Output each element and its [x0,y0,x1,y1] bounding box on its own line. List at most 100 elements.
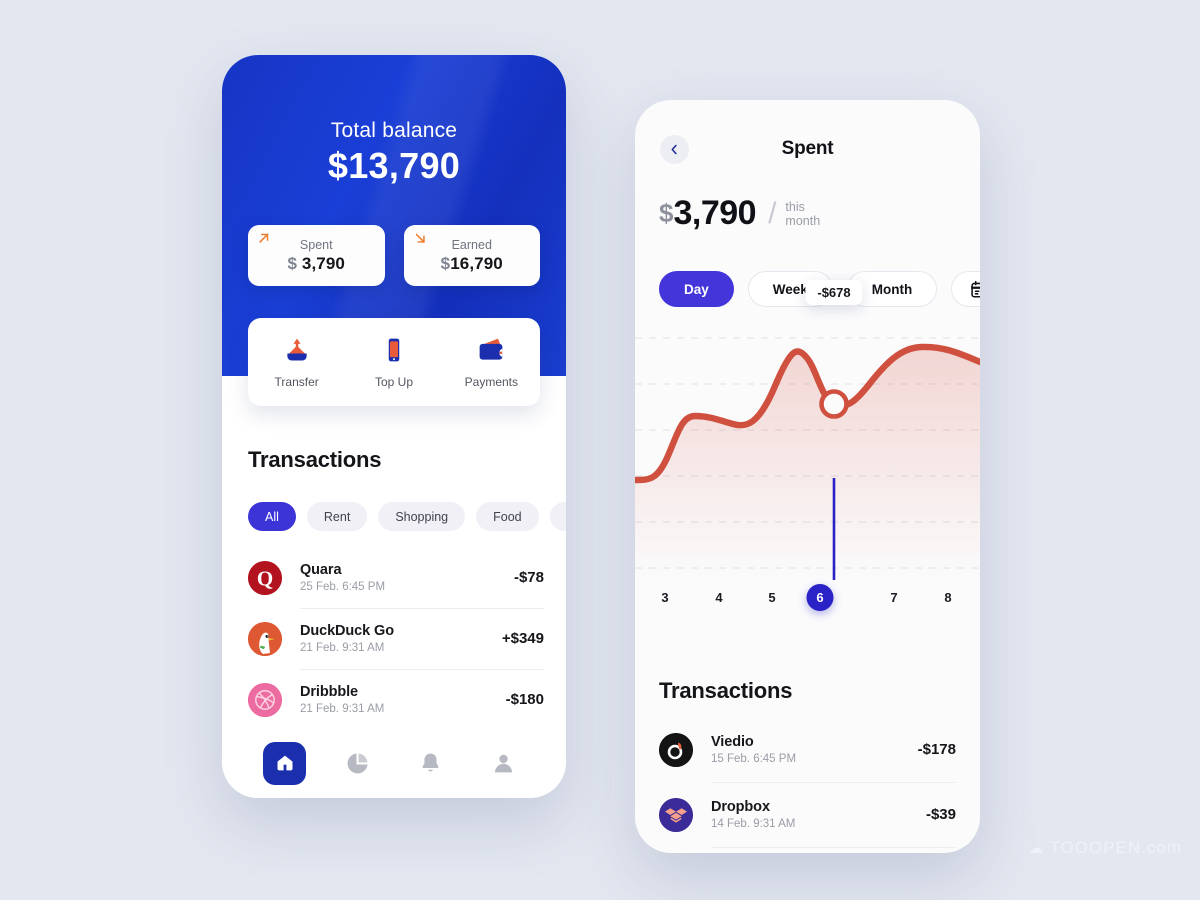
table-row[interactable]: Q Quara 25 Feb. 6:45 PM -$78 [248,547,544,608]
category-chip-row: All Rent Shopping Food He [248,502,566,531]
svg-text:Q: Q [257,566,273,590]
summary-period-line1: this [785,199,805,214]
transaction-info: DuckDuck Go 21 Feb. 9:31 AM [300,623,502,654]
table-row[interactable]: DuckDuck Go 21 Feb. 9:31 AM +$349 [248,608,544,669]
chart-svg [635,337,980,580]
chip-food[interactable]: Food [476,502,539,531]
table-row[interactable]: Viedio 15 Feb. 6:45 PM -$178 [659,717,956,782]
chart-selected-point[interactable] [819,389,849,419]
bell-icon [422,753,439,771]
bottom-tab-bar [222,728,566,798]
action-label-payments: Payments [464,374,518,389]
stat-label-spent: Spent [299,237,333,252]
summary-period: this month [785,200,820,228]
stat-card-spent[interactable]: Spent $ 3,790 [248,225,385,286]
x-label-8[interactable]: 8 [944,590,951,605]
watermark-icon: ☁ [1028,840,1045,857]
action-transfer[interactable]: Transfer [248,336,345,389]
chip-health[interactable]: He [549,502,566,531]
user-icon [494,754,513,772]
quora-logo: Q [248,560,282,595]
arrow-down-right-icon [415,233,425,243]
tab-statistics[interactable] [321,751,394,776]
watermark: ☁ TOOOPEN.com [1028,838,1182,858]
tab-home-active-pill [263,741,306,785]
dropbox-logo [659,797,693,832]
avatar [248,682,282,717]
action-label-transfer: Transfer [274,374,319,389]
page-title-transactions-spent: Transactions [659,678,793,703]
transaction-amount: -$180 [505,691,544,708]
stat-value-spent: $ 3,790 [288,254,345,274]
x-label-3[interactable]: 3 [661,590,668,605]
x-label-5[interactable]: 5 [768,590,775,605]
transaction-date: 15 Feb. 6:45 PM [711,753,797,765]
quick-actions-card: Transfer Top Up Payments [248,318,540,406]
transaction-amount: +$349 [501,630,544,647]
summary-separator: / [768,196,777,230]
action-payments[interactable]: Payments [443,336,540,389]
transaction-date: 14 Feb. 9:31 AM [711,818,796,830]
total-balance-amount: $13,790 [327,145,461,186]
stat-card-earned[interactable]: Earned $16,790 [403,225,540,286]
segment-day[interactable]: Day [659,271,734,307]
action-topup[interactable]: Top Up [345,336,442,389]
transaction-name: Dribbble [300,684,359,700]
table-row[interactable]: Dropbox 14 Feb. 9:31 AM -$39 [659,782,956,847]
currency-symbol: $ [659,198,674,228]
transaction-amount: -$178 [917,741,956,758]
table-row[interactable]: Patreon 11 Feb. 9:31 AM -$380 [659,847,956,853]
wallet-icon [479,338,503,360]
watermark-text: TOOOPEN.com [1049,838,1182,857]
tab-profile[interactable] [467,751,540,776]
action-label-topup: Top Up [374,374,413,389]
chart-tooltip: -$678 [805,280,863,305]
x-label-6-selected[interactable]: 6 [806,584,834,611]
transaction-amount: -$39 [925,806,956,823]
stat-label-earned: Earned [451,237,492,252]
stat-value-earned: $16,790 [441,254,503,274]
currency-symbol: $ [440,253,451,273]
stat-number-earned: 16,790 [450,253,503,273]
phone-home-screen: Total balance $13,790 Spent $ 3,790 Earn… [222,55,566,798]
avatar [248,621,282,656]
stat-card-row: Spent $ 3,790 Earned $16,790 [248,225,540,286]
calendar-icon [971,280,980,298]
tab-notifications[interactable] [394,751,467,776]
transaction-name: Quara [300,562,342,578]
table-row[interactable]: Dribbble 21 Feb. 9:31 AM -$180 [248,669,544,730]
avatar [659,797,693,832]
phone-spent-screen: Spent $ 3,790 / this month Day Week Mont… [635,100,980,853]
avatar [659,732,693,767]
dribbble-logo [248,682,282,717]
transaction-date: 21 Feb. 9:31 AM [300,703,385,715]
transaction-info: Dribbble 21 Feb. 9:31 AM [300,684,506,715]
arrow-up-right-icon [259,233,269,243]
duckduckgo-logo [248,621,282,656]
tab-home[interactable] [248,741,321,785]
x-label-4[interactable]: 4 [715,590,722,605]
transaction-date: 25 Feb. 6:45 PM [300,581,386,593]
transaction-info: Dropbox 14 Feb. 9:31 AM [711,799,926,830]
avatar: Q [248,560,282,595]
pie-chart-icon [347,753,368,773]
stat-number-spent: 3,790 [301,253,345,273]
chart-x-axis-labels: 3 4 5 6 7 8 [635,584,980,620]
chart-area-fill [635,346,980,580]
viedio-logo [659,732,693,767]
transaction-info: Quara 25 Feb. 6:45 PM [300,562,514,593]
transaction-date: 21 Feb. 9:31 AM [300,642,385,654]
page-title-spent: Spent [781,138,834,159]
total-balance-label: Total balance [330,119,458,142]
spending-line-chart [635,328,980,580]
page-title-transactions: Transactions [248,447,382,472]
transaction-name: Dropbox [711,799,770,815]
segment-calendar[interactable] [951,271,980,307]
mobile-topup-icon [388,338,400,361]
chip-shopping[interactable]: Shopping [378,502,466,531]
spent-amount-value: 3,790 [673,194,757,232]
x-label-7[interactable]: 7 [890,590,897,605]
chip-rent[interactable]: Rent [306,502,368,531]
transaction-amount: -$78 [513,569,544,586]
chip-all[interactable]: All [248,502,296,531]
